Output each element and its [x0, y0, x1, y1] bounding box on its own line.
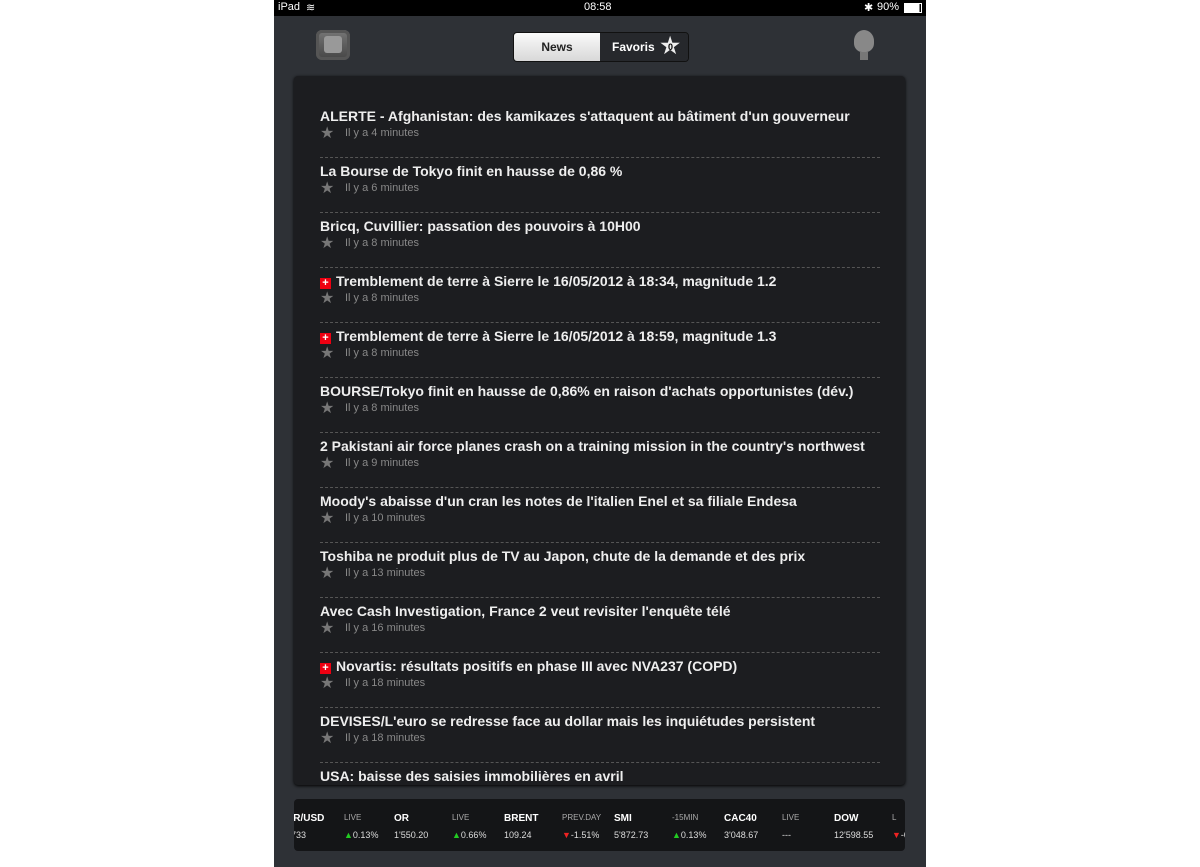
news-time: Il y a 13 minutes — [345, 567, 426, 579]
news-item[interactable]: La Bourse de Tokyo finit en hausse de 0,… — [320, 139, 880, 213]
news-item[interactable]: BOURSE/Tokyo finit en hausse de 0,86% en… — [320, 359, 880, 433]
ticker-name: BRENT — [504, 813, 539, 824]
news-title: Moody's abaisse d'un cran les notes de l… — [320, 493, 880, 509]
news-title: Bricq, Cuvillier: passation des pouvoirs… — [320, 218, 880, 234]
news-title-text: 2 Pakistani air force planes crash on a … — [320, 438, 865, 454]
news-title: La Bourse de Tokyo finit en hausse de 0,… — [320, 163, 880, 179]
battery-icon — [904, 3, 922, 13]
ticker-name: UR/USD — [294, 813, 325, 824]
ticker-value: 2733 — [294, 830, 307, 840]
lightbulb-icon[interactable] — [854, 30, 874, 60]
ticker-value: 109.24 — [504, 830, 532, 840]
news-list: ALERTE - Afghanistan: des kamikazes s'at… — [294, 76, 905, 785]
news-title-text: Tremblement de terre à Sierre le 16/05/2… — [336, 273, 777, 289]
news-title: + Tremblement de terre à Sierre le 16/05/… — [320, 273, 880, 289]
news-time: Il y a 4 minutes — [345, 127, 419, 139]
news-item[interactable]: Moody's abaisse d'un cran les notes de l… — [320, 469, 880, 543]
ticker-name: DOW — [834, 813, 859, 824]
news-item[interactable]: + Tremblement de terre à Sierre le 16/05/… — [320, 304, 880, 378]
news-title-text: ALERTE - Afghanistan: des kamikazes s'at… — [320, 108, 850, 124]
ticker-mode: PREV.DAY — [562, 813, 602, 822]
news-time: Il y a 9 minutes — [345, 457, 419, 469]
news-time: Il y a 8 minutes — [345, 402, 419, 414]
news-title-text: BOURSE/Tokyo finit en hausse de 0,86% en… — [320, 383, 854, 399]
news-title-text: Avec Cash Investigation, France 2 veut r… — [320, 603, 731, 619]
news-time: Il y a 10 minutes — [345, 512, 426, 524]
wifi-icon: ≋ — [306, 2, 316, 14]
ticker-mode: LIVE — [344, 813, 362, 822]
news-title: Toshiba ne produit plus de TV au Japon, … — [320, 548, 880, 564]
news-item[interactable]: ALERTE - Afghanistan: des kamikazes s'at… — [320, 84, 880, 158]
ticker-mode: L — [892, 813, 897, 822]
news-title: BOURSE/Tokyo finit en hausse de 0,86% en… — [320, 383, 880, 399]
ticker-change: ▼-1.51% — [562, 830, 600, 840]
news-item[interactable]: Toshiba ne produit plus de TV au Japon, … — [320, 524, 880, 598]
news-title: DEVISES/L'euro se redresse face au dolla… — [320, 713, 880, 729]
ticker-change: ▲0.13% — [672, 830, 707, 840]
ticker-value: 5'872.73 — [614, 830, 649, 840]
news-time: Il y a 18 minutes — [345, 677, 426, 689]
clock: 08:58 — [584, 1, 612, 13]
ticker-change: ▲0.66% — [452, 830, 487, 840]
news-title-text: Bricq, Cuvillier: passation des pouvoirs… — [320, 218, 641, 234]
news-title: USA: baisse des saisies immobilières en … — [320, 768, 880, 784]
market-ticker[interactable]: UR/USD LIVE 2733 ▲0.13% OR LIVE 1'550.20… — [294, 799, 905, 851]
ticker-change: ▼-0.2 — [892, 830, 905, 840]
ticker-mode: LIVE — [782, 813, 800, 822]
news-time: Il y a 18 minutes — [345, 732, 426, 744]
news-time: Il y a 8 minutes — [345, 292, 419, 304]
ticker-value: 3'048.67 — [724, 830, 759, 840]
news-time: Il y a 6 minutes — [345, 182, 419, 194]
ticker-mode: LIVE — [452, 813, 470, 822]
ticker-name: SMI — [614, 813, 632, 824]
news-item[interactable]: Avec Cash Investigation, France 2 veut r… — [320, 579, 880, 653]
device-name: iPad — [278, 1, 301, 13]
news-title-text: Tremblement de terre à Sierre le 16/05/2… — [336, 328, 777, 344]
news-title: ALERTE - Afghanistan: des kamikazes s'at… — [320, 108, 880, 124]
ipad-screen: iPad ≋ 08:58 ✱ 90% News Favoris ★ 0 ALER… — [274, 0, 926, 867]
tv-icon[interactable] — [316, 30, 350, 60]
news-item[interactable]: DEVISES/L'euro se redresse face au dolla… — [320, 689, 880, 763]
news-item[interactable]: Bricq, Cuvillier: passation des pouvoirs… — [320, 194, 880, 268]
ticker-name: OR — [394, 813, 409, 824]
news-title-text: Novartis: résultats positifs en phase II… — [336, 658, 738, 674]
news-title-text: USA: baisse des saisies immobilières en … — [320, 768, 624, 784]
news-title: 2 Pakistani air force planes crash on a … — [320, 438, 880, 454]
news-title: + Tremblement de terre à Sierre le 16/05/… — [320, 328, 880, 344]
news-item[interactable]: + Tremblement de terre à Sierre le 16/05/… — [320, 249, 880, 323]
ticker-change: --- — [782, 830, 791, 840]
ticker-mode: -15MIN — [672, 813, 699, 822]
news-title-text: Toshiba ne produit plus de TV au Japon, … — [320, 548, 806, 564]
tab-news[interactable]: News — [514, 33, 600, 61]
news-title-text: La Bourse de Tokyo finit en hausse de 0,… — [320, 163, 623, 179]
news-time: Il y a 16 minutes — [345, 622, 426, 634]
news-title-text: Moody's abaisse d'un cran les notes de l… — [320, 493, 797, 509]
favorites-count: 0 — [667, 42, 673, 52]
swiss-flag-icon: + — [320, 333, 331, 344]
news-title-text: DEVISES/L'euro se redresse face au dolla… — [320, 713, 816, 729]
swiss-flag-icon: + — [320, 663, 331, 674]
news-item[interactable]: 2 Pakistani air force planes crash on a … — [320, 414, 880, 488]
ticker-name: CAC40 — [724, 813, 757, 824]
news-item[interactable]: USA: baisse des saisies immobilières en … — [320, 744, 880, 785]
battery-level: 90% — [877, 1, 900, 13]
news-title: + Novartis: résultats positifs en phase I… — [320, 658, 880, 674]
news-time: Il y a 8 minutes — [345, 347, 419, 359]
tab-favoris[interactable]: Favoris ★ 0 — [600, 33, 688, 61]
segmented-control: News Favoris ★ 0 — [513, 32, 689, 62]
swiss-flag-icon: + — [320, 278, 331, 289]
news-item[interactable]: + Novartis: résultats positifs en phase I… — [320, 634, 880, 708]
toolbar: News Favoris ★ 0 — [274, 16, 926, 76]
status-bar: iPad ≋ 08:58 ✱ 90% — [274, 0, 926, 16]
news-time: Il y a 8 minutes — [345, 237, 419, 249]
bluetooth-icon: ✱ — [864, 2, 874, 14]
ticker-value: 12'598.55 — [834, 830, 874, 840]
ticker-change: ▲0.13% — [344, 830, 379, 840]
tab-favoris-label: Favoris — [612, 40, 655, 54]
ticker-value: 1'550.20 — [394, 830, 429, 840]
news-title: Avec Cash Investigation, France 2 veut r… — [320, 603, 880, 619]
